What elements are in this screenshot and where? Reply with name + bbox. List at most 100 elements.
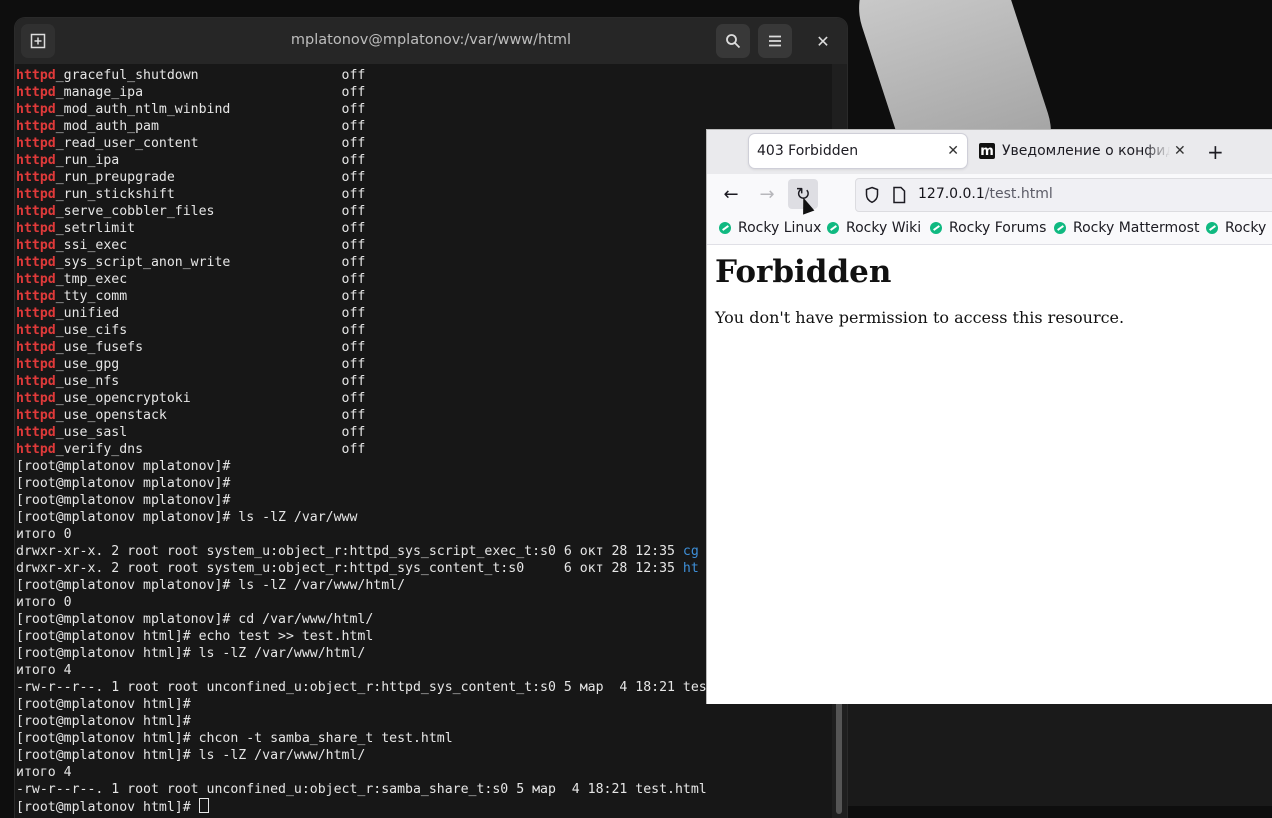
page-message: You don't have permission to access this… <box>715 308 1125 327</box>
terminal-line-text: -rw-r--r--. 1 root root unconfined_u:obj… <box>16 782 707 797</box>
bookmark-rocky-wiki[interactable]: Rocky Wiki <box>827 220 921 236</box>
terminal-line-text: итого 4 <box>16 765 72 780</box>
terminal-line-text: _read_user_content off <box>55 136 366 151</box>
tab-label: 403 Forbidden <box>757 143 859 159</box>
rocky-logo-icon <box>827 222 839 234</box>
terminal-line-text: _verify_dns off <box>55 442 366 457</box>
shield-icon[interactable] <box>864 186 880 204</box>
page-content: Forbidden You don't have permission to a… <box>715 246 1124 327</box>
tab-bar: 403 Forbidden ✕ m Уведомление о конфиде … <box>707 130 1272 174</box>
tab-active[interactable]: 403 Forbidden ✕ <box>749 134 967 168</box>
rocky-logo-icon <box>930 222 942 234</box>
menu-button[interactable] <box>758 24 792 58</box>
url-host: 127.0.0.1 <box>918 186 985 202</box>
terminal-line-text: [root@mplatonov html]# echo test >> test… <box>16 629 374 644</box>
keyword-highlight: httpd <box>16 68 56 83</box>
search-icon <box>726 34 741 49</box>
terminal-line-text: _serve_cobbler_files off <box>55 204 366 219</box>
terminal-line-text: _unified off <box>55 306 366 321</box>
terminal-line: httpd_graceful_shutdown off <box>16 67 832 84</box>
back-button[interactable]: ← <box>716 179 746 209</box>
bookmark-label: Rocky R <box>1225 220 1272 236</box>
rocky-logo-icon <box>719 222 731 234</box>
tab-notification[interactable]: m Уведомление о конфиде ✕ <box>979 134 1189 168</box>
keyword-highlight: httpd <box>16 136 56 151</box>
keyword-highlight: httpd <box>16 289 56 304</box>
bookmark-rocky-forums[interactable]: Rocky Forums <box>930 220 1046 236</box>
terminal-line-text: [root@mplatonov html]# chcon -t samba_sh… <box>16 731 453 746</box>
terminal-line-text: итого 4 <box>16 663 72 678</box>
keyword-highlight: httpd <box>16 102 56 117</box>
terminal-line-text: _setrlimit off <box>55 221 366 236</box>
bookmark-label: Rocky Wiki <box>846 220 922 236</box>
mattermost-favicon-icon: m <box>979 143 995 159</box>
keyword-highlight: httpd <box>16 357 56 372</box>
terminal-line-text: итого 0 <box>16 595 72 610</box>
keyword-highlight: httpd <box>16 153 56 168</box>
url-text: 127.0.0.1/test.html <box>918 186 1053 202</box>
terminal-line-text: _use_nfs off <box>55 374 366 389</box>
search-button[interactable] <box>716 24 750 58</box>
url-bar[interactable]: 127.0.0.1/test.html <box>855 178 1272 212</box>
keyword-highlight: httpd <box>16 374 56 389</box>
browser-window[interactable]: 403 Forbidden ✕ m Уведомление о конфиде … <box>706 129 1272 704</box>
terminal-line-text: [root@mplatonov html]# <box>16 697 191 712</box>
keyword-highlight: httpd <box>16 391 56 406</box>
new-tab-plus-icon[interactable]: + <box>1207 140 1224 164</box>
terminal-line-text: [root@mplatonov html]# ls -lZ /var/www/h… <box>16 646 366 661</box>
terminal-line-text: _use_fusefs off <box>55 340 366 355</box>
terminal-line: [root@mplatonov html]# <box>16 798 832 815</box>
tab-close-icon[interactable]: ✕ <box>947 143 959 159</box>
arrow-right-icon: → <box>759 183 775 205</box>
bookmark-rocky-linux[interactable]: Rocky Linux <box>719 220 821 236</box>
terminal-line-text: _tmp_exec off <box>55 272 366 287</box>
bookmark-label: Rocky Linux <box>738 220 822 236</box>
terminal-line: httpd_mod_auth_ntlm_winbind off <box>16 101 832 118</box>
keyword-highlight: httpd <box>16 187 56 202</box>
terminal-line-text: [root@mplatonov mplatonov]# ls -lZ /var/… <box>16 578 406 593</box>
url-path: /test.html <box>984 186 1053 202</box>
tab-label: Уведомление о конфиде <box>1002 143 1170 159</box>
terminal-line: итого 4 <box>16 764 832 781</box>
close-button[interactable]: ✕ <box>806 24 840 58</box>
arrow-left-icon: ← <box>723 183 739 205</box>
terminal-line-text: _use_cifs off <box>55 323 366 338</box>
keyword-highlight: httpd <box>16 306 56 321</box>
terminal-line-text: [root@mplatonov html]# <box>16 800 199 815</box>
forward-button[interactable]: → <box>752 179 782 209</box>
terminal-line-text: _use_sasl off <box>55 425 366 440</box>
keyword-highlight: httpd <box>16 442 56 457</box>
close-icon: ✕ <box>816 31 830 51</box>
keyword-highlight: httpd <box>16 425 56 440</box>
terminal-line-text: [root@mplatonov mplatonov]# ls -lZ /var/… <box>16 510 358 525</box>
bookmark-rocky-mattermost[interactable]: Rocky Mattermost <box>1054 220 1199 236</box>
tab-close-icon[interactable]: ✕ <box>1174 143 1186 159</box>
terminal-line-text: _sys_script_anon_write off <box>55 255 366 270</box>
keyword-highlight: httpd <box>16 272 56 287</box>
terminal-header[interactable]: mplatonov@mplatonov:/var/www/html ✕ <box>15 18 847 64</box>
keyword-highlight: httpd <box>16 323 56 338</box>
navigation-bar: ← → ↻ 127.0.0.1/test.html <box>707 174 1272 214</box>
keyword-highlight: httpd <box>16 238 56 253</box>
terminal-line-text: _manage_ipa off <box>55 85 366 100</box>
keyword-highlight: httpd <box>16 340 56 355</box>
keyword-highlight: httpd <box>16 255 56 270</box>
terminal-line-text: _run_ipa off <box>55 153 366 168</box>
page-info-icon[interactable] <box>892 186 906 204</box>
bookmark-rocky-r[interactable]: Rocky R <box>1206 220 1272 236</box>
bookmarks-toolbar: Rocky Linux Rocky Wiki Rocky Forums Rock… <box>707 214 1272 245</box>
keyword-highlight: httpd <box>16 85 56 100</box>
terminal-line-text: -rw-r--r--. 1 root root unconfined_u:obj… <box>16 680 707 695</box>
terminal-line-text: _graceful_shutdown off <box>55 68 366 83</box>
terminal-line-text: _tty_comm off <box>55 289 366 304</box>
terminal-line-text: итого 0 <box>16 527 72 542</box>
keyword-highlight: httpd <box>16 204 56 219</box>
terminal-line-text: _ssi_exec off <box>55 238 366 253</box>
terminal-line-text: [root@mplatonov html]# <box>16 714 191 729</box>
directory-name: ht <box>682 561 699 576</box>
rocky-logo-icon <box>1054 222 1066 234</box>
terminal-line: [root@mplatonov html]# chcon -t samba_sh… <box>16 730 832 747</box>
terminal-line-text: [root@mplatonov mplatonov]# <box>16 459 231 474</box>
keyword-highlight: httpd <box>16 119 56 134</box>
terminal-line-text: [root@mplatonov html]# ls -lZ /var/www/h… <box>16 748 366 763</box>
